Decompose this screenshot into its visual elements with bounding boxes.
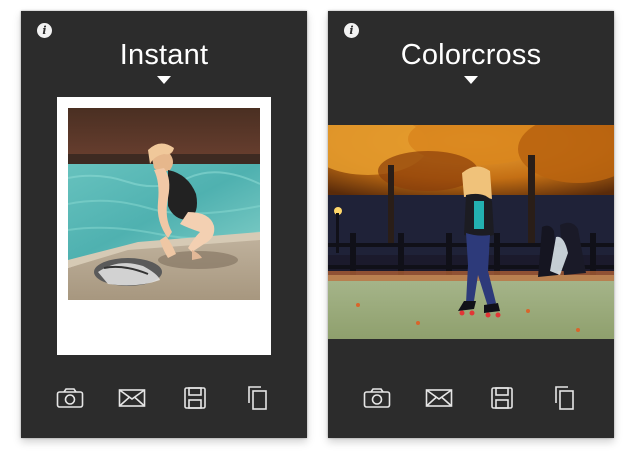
- copy-icon[interactable]: [548, 383, 580, 413]
- info-icon[interactable]: i: [344, 23, 359, 38]
- app-screen-colorcross: i Colorcross: [328, 11, 614, 438]
- toolbar: [328, 383, 614, 413]
- polaroid-frame: [57, 97, 271, 355]
- filter-title[interactable]: Instant: [21, 39, 307, 72]
- caret-down-icon[interactable]: [157, 76, 171, 84]
- camera-icon[interactable]: [54, 383, 86, 413]
- toolbar: [21, 383, 307, 413]
- info-icon-glyph: i: [349, 24, 354, 37]
- pool-photo-image: [68, 108, 260, 300]
- save-icon[interactable]: [179, 383, 211, 413]
- filter-title[interactable]: Colorcross: [328, 39, 614, 72]
- filtered-photo-preview[interactable]: [328, 125, 614, 339]
- save-icon[interactable]: [486, 383, 518, 413]
- copy-icon[interactable]: [241, 383, 273, 413]
- mail-icon[interactable]: [423, 383, 455, 413]
- mail-icon[interactable]: [116, 383, 148, 413]
- filtered-photo-preview[interactable]: [68, 108, 260, 300]
- info-icon[interactable]: i: [37, 23, 52, 38]
- skater-photo-image: [328, 125, 614, 339]
- camera-icon[interactable]: [361, 383, 393, 413]
- app-screen-instant: i Instant: [21, 11, 307, 438]
- info-icon-glyph: i: [42, 24, 47, 37]
- caret-down-icon[interactable]: [464, 76, 478, 84]
